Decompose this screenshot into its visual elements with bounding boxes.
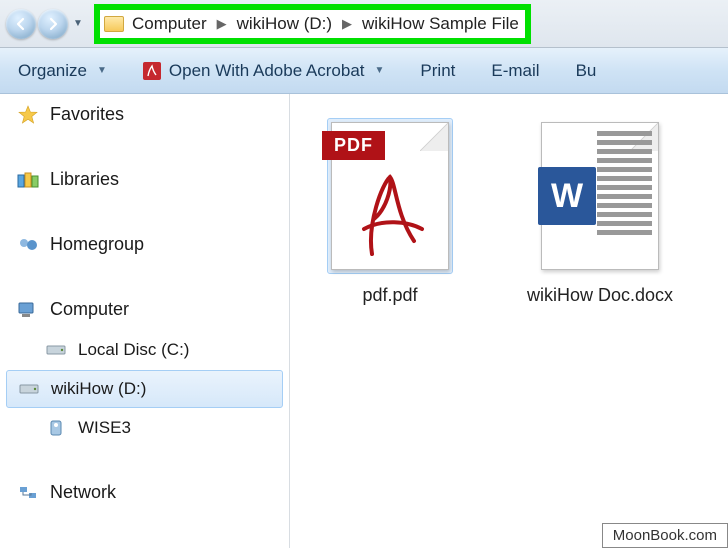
- watermark: MoonBook.com: [602, 523, 728, 548]
- sidebar-favorites[interactable]: Favorites: [0, 94, 289, 135]
- sidebar-label: Favorites: [50, 104, 124, 125]
- sidebar-computer[interactable]: Computer: [0, 289, 289, 330]
- star-icon: [16, 105, 40, 125]
- file-item-docx[interactable]: W wikiHow Doc.docx: [520, 118, 680, 307]
- file-label: pdf.pdf: [362, 284, 417, 307]
- pdf-thumbnail: PDF: [331, 122, 449, 270]
- sidebar-drive-c[interactable]: Local Disc (C:): [0, 330, 289, 370]
- libraries-icon: [16, 170, 40, 190]
- sidebar-network[interactable]: Network: [0, 472, 289, 513]
- forward-button[interactable]: [38, 9, 68, 39]
- arrow-left-icon: [14, 17, 28, 31]
- nav-buttons: ▼: [6, 9, 86, 39]
- navigation-sidebar: Favorites Libraries Homegroup Computer L…: [0, 94, 290, 548]
- file-label: wikiHow Doc.docx: [527, 284, 673, 307]
- chevron-down-icon: ▼: [375, 65, 385, 76]
- sidebar-drive-d[interactable]: wikiHow (D:): [6, 370, 283, 408]
- sidebar-label: Libraries: [50, 169, 119, 190]
- history-dropdown[interactable]: ▼: [70, 9, 86, 39]
- pdf-badge: PDF: [322, 131, 385, 160]
- drive-icon: [44, 340, 68, 360]
- word-badge: W: [538, 167, 596, 225]
- folder-icon: [104, 16, 124, 32]
- arrow-right-icon: [46, 17, 60, 31]
- sidebar-label: wikiHow (D:): [51, 379, 146, 399]
- main-area: Favorites Libraries Homegroup Computer L…: [0, 94, 728, 548]
- chevron-right-icon: ▶: [342, 16, 352, 32]
- network-icon: [16, 483, 40, 503]
- device-icon: [44, 418, 68, 438]
- open-with-label: Open With Adobe Acrobat: [169, 61, 365, 81]
- sidebar-label: Local Disc (C:): [78, 340, 189, 360]
- organize-button[interactable]: Organize ▼: [18, 61, 107, 81]
- breadcrumb[interactable]: Computer ▶ wikiHow (D:) ▶ wikiHow Sample…: [132, 14, 519, 34]
- burn-button[interactable]: Bu: [576, 61, 597, 81]
- acrobat-swirl-icon: [352, 169, 428, 257]
- email-button[interactable]: E-mail: [491, 61, 539, 81]
- sidebar-label: WISE3: [78, 418, 131, 438]
- computer-icon: [16, 300, 40, 320]
- address-bar-highlight: Computer ▶ wikiHow (D:) ▶ wikiHow Sample…: [94, 4, 531, 44]
- sidebar-label: Homegroup: [50, 234, 144, 255]
- open-with-acrobat-button[interactable]: Open With Adobe Acrobat ▼: [143, 61, 385, 81]
- file-item-pdf[interactable]: PDF pdf.pdf: [310, 118, 470, 307]
- back-button[interactable]: [6, 9, 36, 39]
- navigation-bar: ▼ Computer ▶ wikiHow (D:) ▶ wikiHow Samp…: [0, 0, 728, 48]
- sidebar-libraries[interactable]: Libraries: [0, 159, 289, 200]
- organize-label: Organize: [18, 61, 87, 81]
- chevron-right-icon: ▶: [217, 16, 227, 32]
- acrobat-icon: [143, 62, 161, 80]
- sidebar-label: Computer: [50, 299, 129, 320]
- chevron-down-icon: ▼: [97, 65, 107, 76]
- sidebar-homegroup[interactable]: Homegroup: [0, 224, 289, 265]
- file-list: PDF pdf.pdf W wikiHow Doc.docx: [290, 94, 728, 548]
- sidebar-drive-wise3[interactable]: WISE3: [0, 408, 289, 448]
- homegroup-icon: [16, 235, 40, 255]
- command-toolbar: Organize ▼ Open With Adobe Acrobat ▼ Pri…: [0, 48, 728, 94]
- drive-icon: [17, 379, 41, 399]
- breadcrumb-part[interactable]: Computer: [132, 14, 207, 34]
- breadcrumb-part[interactable]: wikiHow (D:): [237, 14, 332, 34]
- sidebar-label: Network: [50, 482, 116, 503]
- print-button[interactable]: Print: [420, 61, 455, 81]
- breadcrumb-part[interactable]: wikiHow Sample File: [362, 14, 519, 34]
- docx-thumbnail: W: [541, 122, 659, 270]
